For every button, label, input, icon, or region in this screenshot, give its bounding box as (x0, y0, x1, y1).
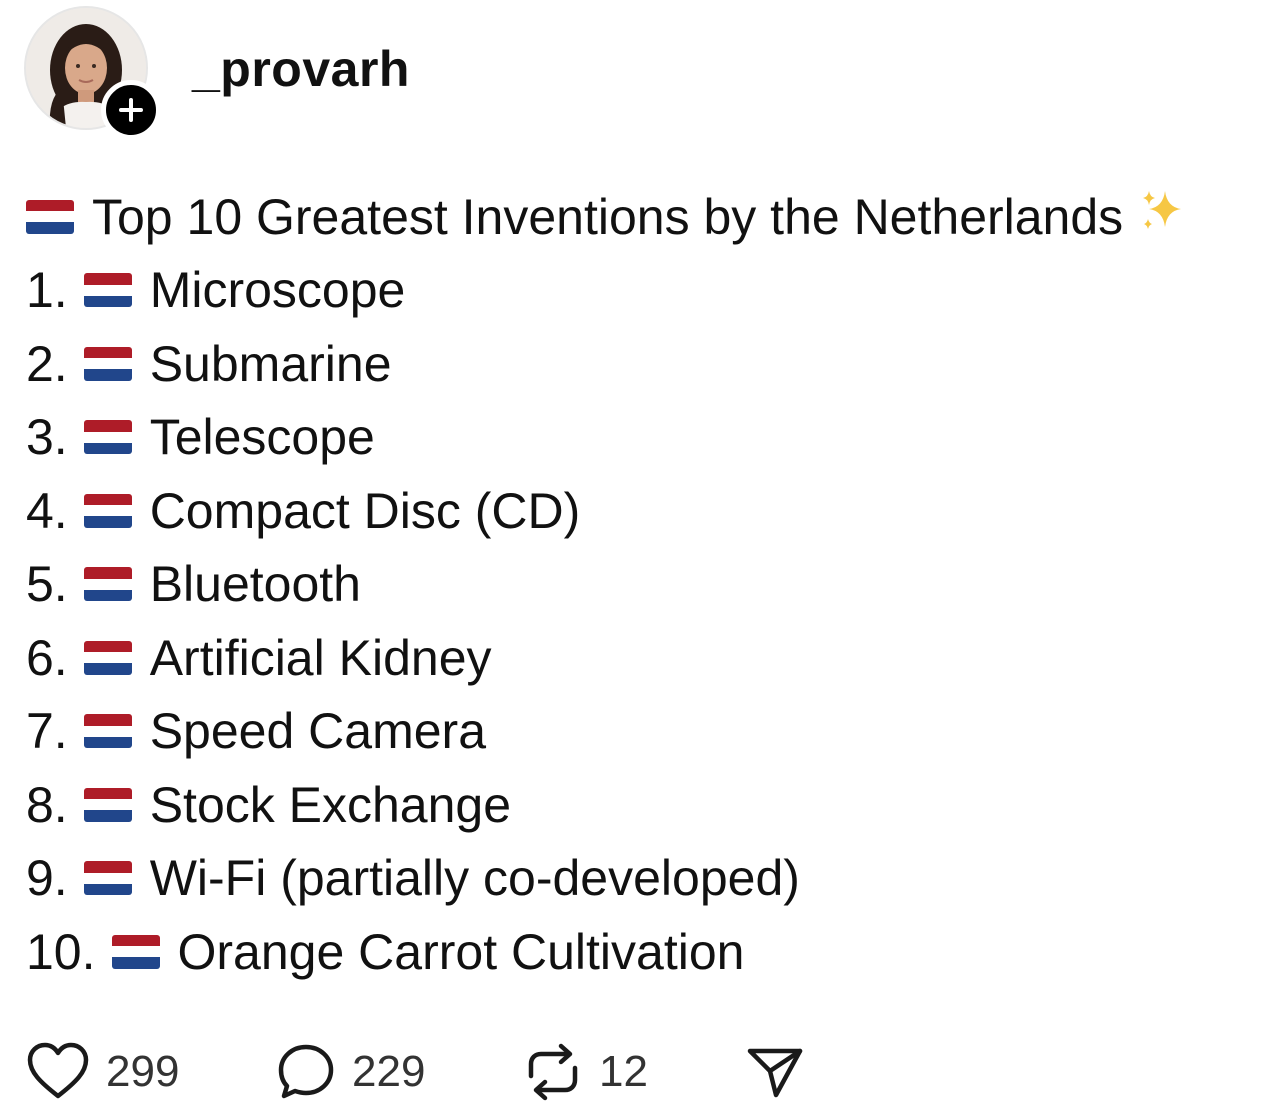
share-button[interactable] (746, 1040, 804, 1104)
plus-icon (119, 98, 143, 122)
list-item-number: 1. (26, 262, 68, 319)
netherlands-flag-icon (83, 273, 132, 308)
list-item: 8. Stock Exchange (26, 768, 1276, 842)
heart-icon (27, 1042, 89, 1099)
sparkles-icon (1137, 187, 1185, 247)
netherlands-flag-icon (83, 714, 132, 749)
list-item-number: 10. (26, 923, 96, 980)
list-item: 6. Artificial Kidney (26, 621, 1276, 695)
post-header: _provarh (24, 6, 724, 140)
netherlands-flag-icon (83, 346, 132, 381)
list-item: 2. Submarine (26, 327, 1276, 401)
list-item-number: 5. (26, 556, 68, 613)
repost-count: 12 (599, 1047, 648, 1096)
comment-count: 229 (352, 1047, 426, 1096)
post-text: Top 10 Greatest Inventions by the Nether… (26, 180, 1276, 989)
action-bar: 299 229 12 (26, 1040, 826, 1104)
repost-icon (528, 1043, 578, 1101)
post-title-line: Top 10 Greatest Inventions by the Nether… (26, 180, 1276, 254)
comment-button[interactable]: 229 (276, 1040, 425, 1104)
list-item-number: 4. (26, 482, 68, 539)
list-item-label: Speed Camera (149, 703, 487, 760)
list-item-label: Submarine (149, 335, 392, 392)
netherlands-flag-icon (111, 934, 160, 969)
list-item-label: Orange Carrot Cultivation (177, 923, 745, 980)
list-item-label: Compact Disc (CD) (149, 482, 581, 539)
list-item-label: Wi-Fi (partially co-developed) (149, 850, 800, 907)
post-title: Top 10 Greatest Inventions by the Nether… (92, 188, 1124, 245)
list-item-label: Telescope (149, 409, 375, 466)
like-count: 299 (106, 1047, 180, 1096)
list-item: 10. Orange Carrot Cultivation (26, 915, 1276, 989)
follow-button[interactable] (101, 80, 161, 140)
avatar-container[interactable] (24, 6, 161, 140)
netherlands-flag-icon (83, 420, 132, 455)
list-item: 1. Microscope (26, 254, 1276, 328)
list-item: 7. Speed Camera (26, 695, 1276, 769)
list-item-number: 6. (26, 629, 68, 686)
netherlands-flag-icon (83, 861, 132, 896)
netherlands-flag-icon (26, 199, 74, 234)
list-item-number: 7. (26, 703, 68, 760)
list-item-label: Bluetooth (149, 556, 361, 613)
username[interactable]: _provarh (192, 40, 410, 98)
list-item-number: 2. (26, 335, 68, 392)
netherlands-flag-icon (83, 640, 132, 675)
list-item-label: Stock Exchange (149, 776, 512, 833)
comment-bubble-icon (278, 1044, 334, 1099)
netherlands-flag-icon (83, 493, 132, 528)
send-icon (747, 1048, 803, 1098)
list-item: 9. Wi-Fi (partially co-developed) (26, 842, 1276, 916)
list-item-number: 8. (26, 776, 68, 833)
netherlands-flag-icon (83, 567, 132, 602)
list-item-number: 3. (26, 409, 68, 466)
list-item: 3. Telescope (26, 401, 1276, 475)
list-item: 4. Compact Disc (CD) (26, 474, 1276, 548)
repost-button[interactable]: 12 (523, 1040, 648, 1104)
list-item-number: 9. (26, 850, 68, 907)
list-item-label: Artificial Kidney (149, 629, 492, 686)
like-button[interactable]: 299 (26, 1040, 179, 1104)
list-item-label: Microscope (149, 262, 406, 319)
list-item: 5. Bluetooth (26, 548, 1276, 622)
netherlands-flag-icon (83, 787, 132, 822)
